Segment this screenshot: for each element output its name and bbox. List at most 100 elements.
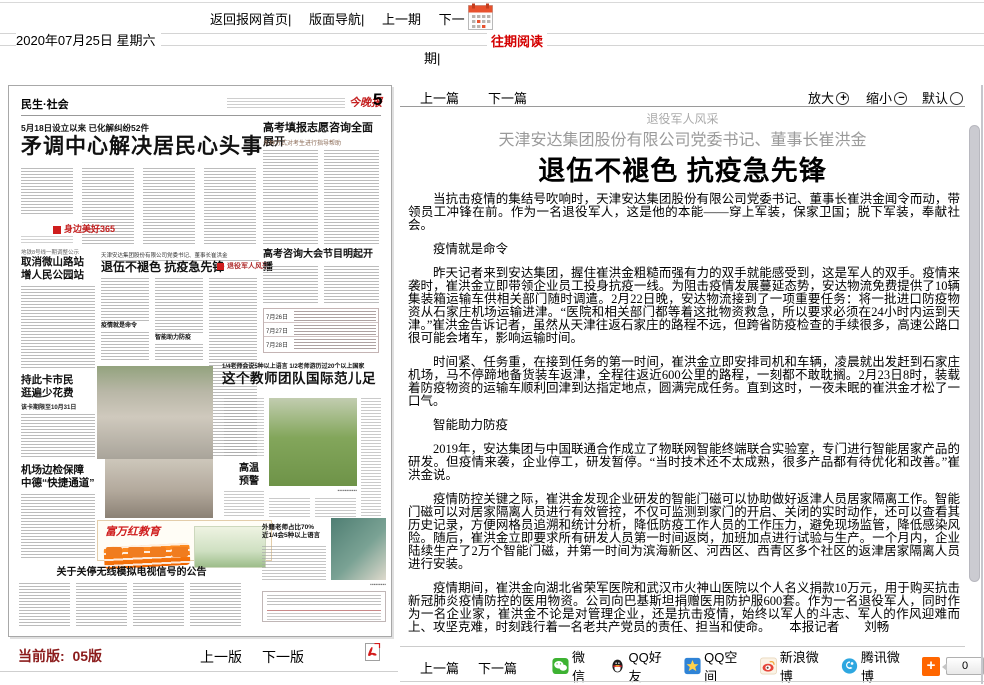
prev-article-link-bottom[interactable]: 上一篇 — [420, 658, 459, 677]
ad-tag — [150, 547, 166, 557]
text-placeholder — [133, 583, 184, 627]
article-toolbar: 上一篇 下一篇 放大+ 缩小− 默认 — [400, 88, 965, 106]
next-article-link-bottom[interactable]: 下一篇 — [478, 658, 517, 677]
section-heading: 智能助力防疫 — [408, 419, 960, 432]
thumb-a1-kicker: 5月18日设立以来 已化解纠纷52件 — [21, 122, 149, 134]
text-placeholder — [315, 498, 356, 518]
zoom-out-icon: − — [894, 92, 907, 105]
nav-next-issue-link[interactable]: 下一 — [439, 12, 465, 27]
text-placeholder — [21, 168, 73, 216]
thumb-a4-subhead-1: 疫情就是命令 — [101, 322, 149, 332]
thumb-a1-headline[interactable]: 矛调中心解决居民心头事 — [21, 134, 263, 160]
thumb-a8-headline[interactable]: 这个教师团队国际范儿足 — [222, 371, 376, 388]
text-placeholder — [269, 498, 310, 518]
thumb-schedule-table: 7月26日 7月27日 7月28日 — [263, 308, 379, 353]
text-placeholder — [190, 583, 241, 627]
calendar-icon[interactable] — [468, 3, 493, 30]
nav-layout-link[interactable]: 版面导航| — [309, 12, 364, 27]
thumb-a10-headline[interactable]: 关于关停无线模拟电视信号的公告 — [19, 567, 244, 580]
thumb-a8-kicker: 1/4老师会说5种以上语言 1/2老师游历过20个以上国家 — [222, 361, 388, 370]
advertisement[interactable]: 富万红教育 — [97, 520, 272, 561]
wechat-icon — [552, 657, 569, 675]
issue-date: 2020年07月25日 星期六 — [16, 30, 161, 49]
share-sina-weibo-button[interactable]: 新浪微博 — [760, 647, 829, 685]
header-nav: 返回报网首页| 版面导航| 上一期 下一 — [210, 9, 479, 28]
zoom-in-icon: + — [836, 92, 849, 105]
prev-article-link[interactable]: 上一篇 — [420, 88, 459, 107]
text-placeholder — [262, 546, 326, 582]
next-article-link[interactable]: 下一篇 — [488, 88, 527, 107]
text-placeholder — [21, 414, 95, 458]
qq-icon — [609, 657, 626, 675]
current-page-number: 05版 — [72, 648, 102, 664]
photo-teachers-on-grass — [269, 398, 357, 486]
past-issues-link[interactable]: 往期阅读 — [487, 31, 547, 50]
nav-prev-issue-link[interactable]: 上一期 — [382, 12, 421, 27]
zoom-in-button[interactable]: 放大+ — [808, 88, 849, 107]
thumb-a7-headline[interactable]: 机场边检保障中德“快捷通道” — [21, 464, 95, 490]
share-counter[interactable]: 0 — [946, 657, 984, 675]
paragraph: 疫情防控关键之际，崔洪金发现企业研发的智能门磁可以协助做好返津人员居家隔离工作。… — [408, 493, 960, 571]
scrollbar-thumb[interactable] — [969, 125, 980, 582]
thumb-a2-sub: 多种方式对考生进行指导帮助 — [263, 138, 341, 147]
footer-divider-right — [400, 681, 984, 682]
share-bar: 微信 QQ好友 QQ空间 新浪微博 — [552, 655, 984, 677]
masthead-rule — [21, 115, 381, 116]
thumb-a4-badge: 退役军人风采 — [217, 261, 269, 271]
text-placeholder — [21, 286, 95, 368]
photo-caption-placeholder: ▪▪▪▪▪▪▪▪▪ — [311, 582, 386, 588]
text-placeholder — [224, 398, 264, 456]
photo-library-teacher — [331, 518, 386, 580]
text-placeholder — [263, 266, 318, 304]
masthead-info-placeholder — [227, 98, 345, 110]
toolbar-divider — [400, 106, 965, 107]
nav-home-link[interactable]: 返回报网首页| — [210, 12, 291, 27]
current-page-label: 当前版: 05版 — [18, 646, 102, 666]
paragraph: 2019年，安达集团与中国联通合作成立了物联网智能终端联合实验室，专门进行智能居… — [408, 443, 960, 482]
text-placeholder — [101, 278, 149, 362]
paragraph: 当抗击疫情的集结号吹响时，天津安达集团股份有限公司党委书记、董事长崔洪金闻令而动… — [408, 193, 960, 232]
thumb-a6-sub: 该卡期限至10月31日 — [21, 402, 76, 411]
share-qq-button[interactable]: QQ好友 — [609, 647, 673, 685]
section-heading: 疫情就是命令 — [408, 243, 960, 256]
table-row: 7月27日 — [264, 323, 378, 337]
ad-tag — [172, 547, 188, 557]
zoom-default-button[interactable]: 默认 — [922, 88, 963, 107]
photo-caption-placeholder: ▪▪▪▪▪▪▪▪▪▪▪ — [269, 488, 357, 494]
text-placeholder — [361, 398, 381, 516]
thumb-a4-headline[interactable]: 退伍不褪色 抗疫急先锋 — [101, 260, 224, 275]
red-square-icon — [53, 226, 61, 234]
thumb-a3-headline[interactable]: 取消微山路站增人民公园站 — [21, 256, 84, 282]
share-tencent-weibo-button[interactable]: 腾讯微博 — [841, 647, 910, 685]
share-wechat-button[interactable]: 微信 — [552, 647, 597, 685]
share-more-button[interactable]: + — [922, 657, 940, 676]
share-qzone-button[interactable]: QQ空间 — [684, 647, 748, 685]
thumb-a6-headline[interactable]: 持此卡市民逛遍少花费 — [21, 374, 74, 400]
paragraph: 时间紧、任务重，在接到任务的第一时间，崔洪金立即安排司机和车辆，凌晨就出发赶到石… — [408, 356, 960, 408]
thumb-a3-kicker: 地铁8号线一期调整公示 — [21, 248, 79, 256]
nav-next-issue-link-wrapped[interactable]: 期| — [424, 48, 440, 67]
paragraph: 昨天记者来到安达集团，握住崔洪金粗糙而强有力的双手就能感受到，这是军人的双手。疫… — [408, 267, 960, 345]
ad-brand: 富万红教育 — [105, 523, 160, 539]
qzone-icon — [684, 657, 701, 675]
newspaper-page-thumbnail[interactable]: 民生·社会 今晚报 5 5月18日设立以来 已化解纠纷52件 矛调中心解决居民心… — [8, 85, 392, 637]
text-placeholder — [263, 150, 318, 244]
article-kicker: 退役军人风采 — [400, 110, 965, 127]
table-row: 7月28日 — [264, 337, 378, 351]
text-placeholder — [21, 236, 73, 244]
pdf-icon[interactable] — [364, 643, 381, 661]
thumb-a4-subhead-2: 智能助力防疫 — [155, 334, 203, 344]
prev-page-link[interactable]: 上一版 — [200, 647, 242, 667]
thumb-info-box — [262, 591, 386, 622]
paragraph: 疫情期间，崔洪金向湖北省荣军医院和武汉市火神山医院以个人名义捐款10万元，用于购… — [408, 582, 960, 634]
thumb-badge-365: 身边美好365 — [53, 222, 115, 235]
next-page-link[interactable]: 下一版 — [262, 647, 304, 667]
zoom-default-icon — [950, 92, 963, 105]
text-placeholder — [324, 150, 379, 244]
ad-image — [194, 526, 266, 568]
thumb-heat-warning[interactable]: 高温预警 — [239, 463, 259, 488]
zoom-out-button[interactable]: 缩小− — [866, 88, 907, 107]
article-title: 退伍不褪色 抗疫急先锋 — [400, 149, 965, 188]
photo-street-crowd — [97, 366, 213, 459]
thumb-section-title: 民生·社会 — [21, 96, 69, 112]
